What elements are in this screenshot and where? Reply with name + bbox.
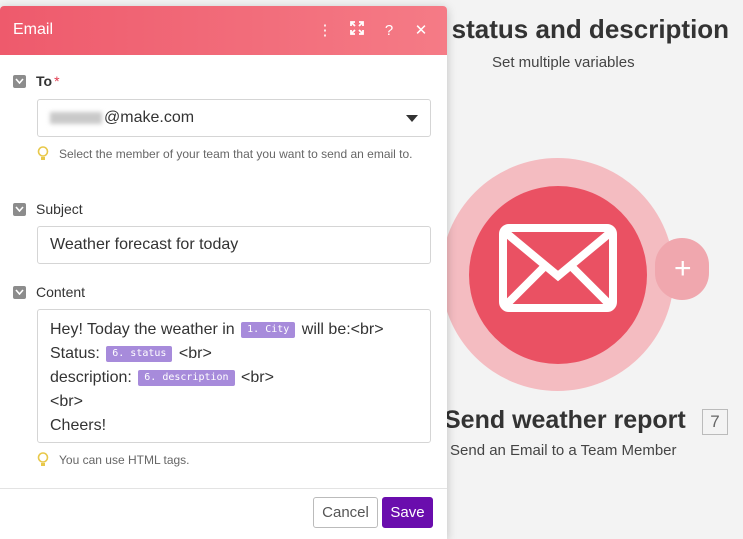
- subject-value: Weather forecast for today: [50, 236, 239, 253]
- email-settings-panel: Email ⋮ ? ✕ To * @make.com Select the me…: [0, 6, 447, 539]
- collapse-icon[interactable]: [13, 285, 26, 299]
- to-label: To: [36, 73, 53, 89]
- scenario-title: e status and description: [430, 14, 730, 44]
- close-icon[interactable]: ✕: [413, 22, 429, 40]
- cancel-button[interactable]: Cancel: [313, 497, 378, 528]
- module-description: Send an Email to a Team Member: [450, 442, 677, 459]
- module-name: Send weather report: [444, 406, 686, 434]
- content-line: <br>: [50, 393, 83, 410]
- lightbulb-icon: [37, 452, 49, 466]
- content-hint: You can use HTML tags.: [37, 452, 429, 469]
- collapse-icon[interactable]: [13, 74, 26, 88]
- lightbulb-icon: [37, 146, 49, 160]
- to-value: @make.com: [104, 109, 195, 126]
- subject-input[interactable]: Weather forecast for today: [37, 226, 431, 264]
- content-line: Cheers!: [50, 417, 107, 434]
- content-label: Content: [36, 284, 86, 300]
- to-select[interactable]: @make.com: [37, 99, 431, 137]
- panel-footer: Cancel Save: [0, 488, 447, 539]
- required-mark: *: [54, 73, 60, 89]
- content-line: Hey! Today the weather in 1. City will b…: [50, 321, 384, 338]
- panel-header: Email ⋮ ? ✕: [0, 6, 447, 55]
- subject-label: Subject: [36, 201, 83, 217]
- expand-icon[interactable]: [349, 21, 365, 40]
- more-vertical-icon[interactable]: ⋮: [317, 22, 333, 40]
- scenario-subtitle: Set multiple variables: [492, 54, 635, 71]
- chevron-down-icon[interactable]: [406, 115, 418, 122]
- redacted-username: [50, 111, 102, 124]
- content-line: description: 6. description <br>: [50, 369, 274, 386]
- panel-title: Email: [13, 21, 54, 38]
- subject-field-label[interactable]: Subject: [13, 201, 83, 217]
- email-module[interactable]: [469, 186, 647, 364]
- to-hint: Select the member of your team that you …: [37, 146, 429, 163]
- mapped-variable-pill[interactable]: 1. City: [241, 321, 296, 338]
- help-icon[interactable]: ?: [381, 22, 397, 40]
- collapse-icon[interactable]: [13, 202, 26, 216]
- mapped-variable-pill[interactable]: 6. status: [106, 345, 173, 362]
- module-id-badge: 7: [702, 409, 728, 435]
- envelope-icon: [499, 224, 617, 312]
- content-editor[interactable]: Hey! Today the weather in 1. City will b…: [37, 309, 431, 443]
- to-field-label[interactable]: To *: [13, 73, 60, 89]
- add-module-icon[interactable]: +: [674, 252, 692, 286]
- save-button[interactable]: Save: [382, 497, 433, 528]
- mapped-variable-pill[interactable]: 6. description: [138, 369, 235, 386]
- content-line: Status: 6. status <br>: [50, 345, 212, 362]
- content-field-label[interactable]: Content: [13, 284, 85, 300]
